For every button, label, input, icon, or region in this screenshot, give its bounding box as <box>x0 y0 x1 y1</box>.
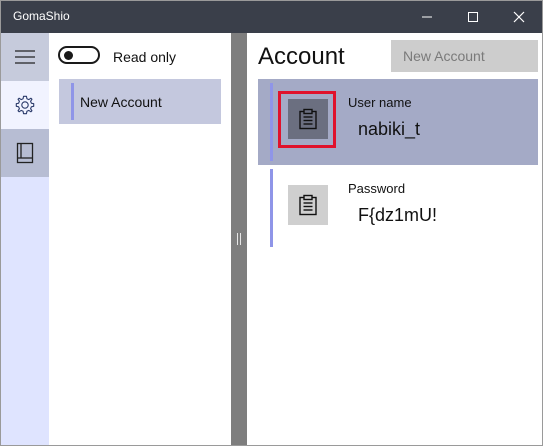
app-title: GomaShio <box>13 9 70 23</box>
pane-splitter[interactable] <box>231 33 247 445</box>
app-window: GomaShio Read only New Account Account N… <box>0 0 543 446</box>
highlight-box <box>278 91 336 148</box>
hamburger-menu-button[interactable] <box>1 33 49 81</box>
account-list-pane: Read only New Account <box>49 33 231 445</box>
gear-icon <box>15 95 35 115</box>
minimize-button[interactable] <box>404 1 450 33</box>
password-label: Password <box>348 181 406 196</box>
copy-password-button[interactable] <box>288 185 328 225</box>
read-only-label: Read only <box>113 49 177 65</box>
nav-rail <box>1 33 49 445</box>
maximize-icon <box>468 12 478 22</box>
hamburger-menu-icon <box>15 50 35 64</box>
account-detail-pane: Account New Account User name nabiki_t P… <box>247 33 542 445</box>
list-item-label: New Account <box>80 94 162 110</box>
user-name-label: User name <box>348 95 412 110</box>
settings-nav-button[interactable] <box>1 81 49 129</box>
toggle-knob <box>64 51 73 60</box>
field-row-user-name[interactable]: User name nabiki_t <box>258 79 538 165</box>
close-button[interactable] <box>496 1 542 33</box>
new-account-button[interactable]: New Account <box>391 40 538 72</box>
list-item-new-account[interactable]: New Account <box>59 79 221 124</box>
password-value: F{dz1mU! <box>358 205 438 225</box>
accounts-nav-button[interactable] <box>1 129 49 177</box>
selection-accent <box>71 83 74 120</box>
title-bar[interactable]: GomaShio <box>1 1 542 33</box>
maximize-button[interactable] <box>450 1 496 33</box>
splitter-grip-icon[interactable] <box>237 233 241 245</box>
minimize-icon <box>422 16 432 18</box>
book-icon <box>16 142 34 164</box>
user-name-value: nabiki_t <box>358 119 421 139</box>
field-accent <box>270 169 273 247</box>
read-only-toggle[interactable] <box>58 46 100 64</box>
page-title: Account <box>258 43 345 70</box>
clipboard-icon <box>299 194 317 216</box>
field-accent <box>270 83 273 161</box>
close-icon <box>513 11 525 23</box>
field-row-password[interactable]: Password F{dz1mU! <box>258 165 538 251</box>
